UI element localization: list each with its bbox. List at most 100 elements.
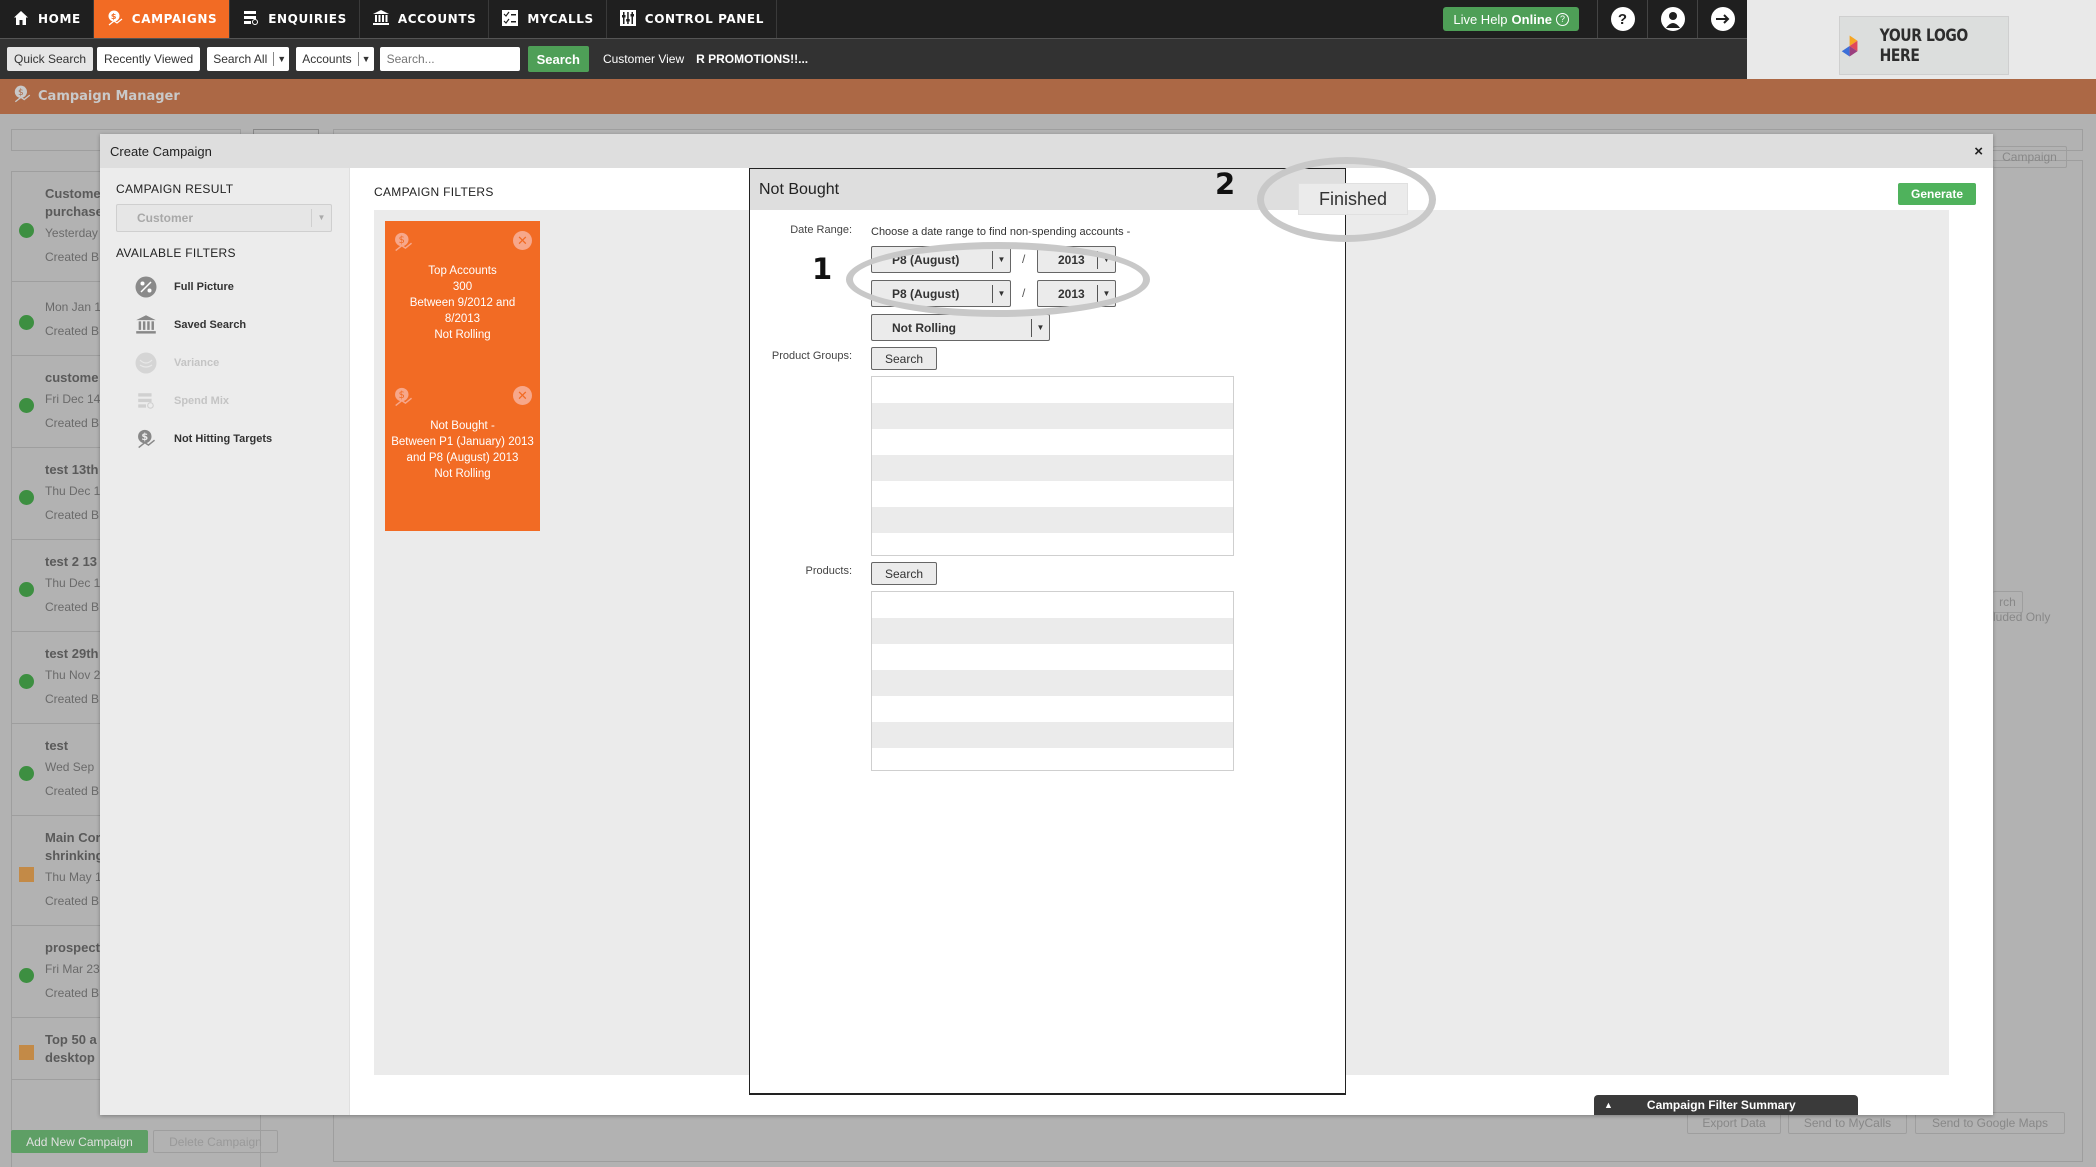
modal-header: Create Campaign × <box>100 134 1993 168</box>
profile-button[interactable] <box>1647 0 1697 38</box>
percent-icon <box>134 275 158 299</box>
list-row <box>872 748 1233 770</box>
list-row <box>872 533 1233 555</box>
delete-campaign-label: Delete Campaign <box>169 1134 262 1149</box>
campaign-filter-summary-toggle[interactable]: ▲ Campaign Filter Summary <box>1594 1095 1858 1115</box>
rolling-select[interactable]: Not Rolling ▼ <box>871 314 1050 341</box>
generate-button[interactable]: Generate <box>1898 183 1976 205</box>
svg-text:$: $ <box>399 235 405 246</box>
add-new-campaign-label: Add New Campaign <box>26 1134 133 1149</box>
nav-mycalls-label: MYCALLS <box>527 12 594 26</box>
from-year-select[interactable]: 2013 ▼ <box>1037 246 1116 273</box>
nav-enquiries[interactable]: ENQUIRIES <box>230 0 360 38</box>
nav-campaigns[interactable]: $ CAMPAIGNS <box>93 0 231 38</box>
date-range-label: Date Range: <box>790 224 852 236</box>
company-logo: YOUR LOGO HERE <box>1839 16 2009 75</box>
promotions-ticker[interactable]: R PROMOTIONS!!... <box>696 52 808 66</box>
campaign-filters-panel: CAMPAIGN FILTERS $ ✕ Top Accounts 300 Be… <box>350 168 1949 1115</box>
to-year-select[interactable]: 2013 ▼ <box>1037 280 1116 307</box>
to-period-select[interactable]: P8 (August) ▼ <box>871 280 1011 307</box>
filter-saved-search[interactable]: Saved Search <box>116 306 333 344</box>
card-line: Not Rolling <box>434 468 491 480</box>
date-separator: / <box>1022 252 1026 266</box>
logo-icon <box>1841 35 1858 56</box>
from-period-select[interactable]: P8 (August) ▼ <box>871 246 1011 273</box>
nav-campaigns-label: CAMPAIGNS <box>131 12 218 26</box>
to-period-value: P8 (August) <box>892 286 960 301</box>
bank-icon <box>372 9 390 30</box>
help-icon: ? <box>1610 7 1635 31</box>
filter-not-hitting-targets[interactable]: $ Not Hitting Targets <box>116 420 333 458</box>
search-type-select[interactable]: Accounts ▼ <box>296 47 374 71</box>
filter-card-text: Top Accounts 300 Between 9/2012 and 8/20… <box>385 263 540 343</box>
recently-viewed-tab[interactable]: Recently Viewed <box>97 47 201 71</box>
top-nav: HOME $ CAMPAIGNS ENQUIRIES ACCOUNTS MYCA… <box>0 0 1747 38</box>
products-label: Products: <box>805 565 852 577</box>
page-title: Campaign Manager <box>38 89 180 104</box>
status-indicator <box>19 867 34 882</box>
status-indicator <box>19 674 34 689</box>
search-type-value: Accounts <box>302 52 352 66</box>
list-row <box>872 507 1233 533</box>
filter-card-top-accounts[interactable]: $ ✕ Top Accounts 300 Between 9/2012 and … <box>385 221 540 376</box>
filter-label: Variance <box>174 357 220 369</box>
card-line: 300 <box>452 281 473 293</box>
search-input[interactable] <box>379 47 520 71</box>
search-button[interactable]: Search <box>527 46 589 72</box>
product-groups-search-button[interactable]: Search <box>871 347 937 370</box>
product-groups-list[interactable] <box>871 376 1234 556</box>
filter-card-not-bought[interactable]: $ ✕ Not Bought - Between P1 (January) 20… <box>385 376 540 531</box>
logout-button[interactable] <box>1697 0 1747 38</box>
spend-mix-icon <box>134 389 158 413</box>
filter-variance[interactable]: Variance <box>116 344 333 382</box>
nav-accounts-label: ACCOUNTS <box>397 12 477 26</box>
card-line: Not Rolling <box>434 329 491 341</box>
nav-control-panel-label: CONTROL PANEL <box>644 12 764 26</box>
chevron-down-icon: ▼ <box>1097 251 1115 269</box>
list-row <box>872 455 1233 481</box>
nav-home[interactable]: HOME <box>0 0 94 38</box>
remove-filter-icon[interactable]: ✕ <box>513 231 532 250</box>
campaign-icon: $ <box>106 9 124 30</box>
from-year-value: 2013 <box>1058 252 1085 267</box>
logo-area: YOUR LOGO HERE <box>1747 0 2096 79</box>
nav-accounts[interactable]: ACCOUNTS <box>360 0 490 38</box>
checklist-icon <box>501 9 519 30</box>
customer-view-link[interactable]: Customer View <box>603 52 684 66</box>
status-indicator <box>19 223 34 238</box>
chevron-down-icon: ▼ <box>357 52 374 66</box>
nav-mycalls[interactable]: MYCALLS <box>489 0 607 38</box>
close-icon[interactable]: × <box>1974 143 1983 160</box>
campaign-result-select[interactable]: Customer ▼ <box>116 204 332 232</box>
remove-filter-icon[interactable]: ✕ <box>513 386 532 405</box>
campaign-result-value: Customer <box>137 211 194 225</box>
live-help-button[interactable]: Live Help Online ? <box>1443 7 1579 31</box>
list-row <box>872 592 1233 618</box>
filter-spend-mix[interactable]: Spend Mix <box>116 382 333 420</box>
products-list[interactable] <box>871 591 1234 771</box>
date-range-hint: Choose a date range to find non-spending… <box>871 226 1131 238</box>
not-bought-title: Not Bought <box>759 180 840 198</box>
filter-label: Spend Mix <box>174 395 230 407</box>
user-icon <box>1660 7 1685 31</box>
card-line: and P8 (August) 2013 <box>406 452 519 464</box>
svg-text:$: $ <box>399 390 405 401</box>
filter-full-picture[interactable]: Full Picture <box>116 268 333 306</box>
list-row <box>872 722 1233 748</box>
enquiries-icon <box>242 9 260 30</box>
create-campaign-modal: Create Campaign × CAMPAIGN RESULT Custom… <box>100 134 1993 1115</box>
svg-text:$: $ <box>141 432 148 443</box>
card-line: 8/2013 <box>444 313 481 325</box>
nav-control-panel[interactable]: CONTROL PANEL <box>607 0 777 38</box>
send-to-mycalls-label: Send to MyCalls <box>1803 1116 1892 1130</box>
rolling-value: Not Rolling <box>892 320 956 335</box>
status-indicator <box>19 1045 34 1060</box>
help-button[interactable]: ? <box>1597 0 1647 38</box>
quick-search-tab[interactable]: Quick Search <box>7 47 94 71</box>
finished-button[interactable]: Finished <box>1298 183 1408 215</box>
search-scope-select[interactable]: Search All ▼ <box>207 47 290 71</box>
campaign-result-title: CAMPAIGN RESULT <box>116 182 234 196</box>
status-indicator <box>19 968 34 983</box>
products-search-button[interactable]: Search <box>871 562 937 585</box>
filter-label: Full Picture <box>174 281 234 293</box>
